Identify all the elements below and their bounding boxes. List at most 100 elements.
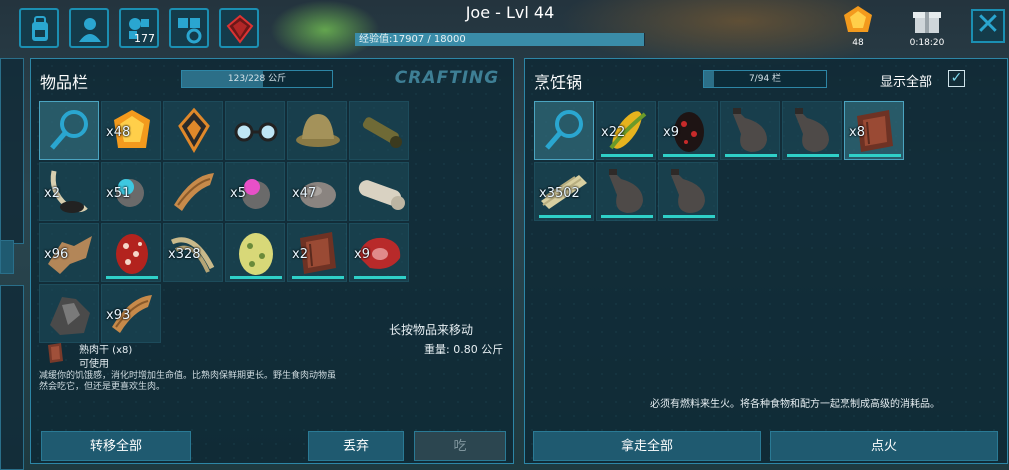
- specials-tab-button[interactable]: [219, 8, 259, 48]
- inventory-slot[interactable]: x96: [39, 223, 99, 282]
- inventory-slot[interactable]: [39, 101, 99, 160]
- cooking-pot-panel: 烹饪锅 7/94 栏 显示全部 ✓ x22 x9 x8 x3502 必须有燃料来生火。…: [524, 58, 1008, 464]
- inventory-slot[interactable]: x3502: [534, 162, 594, 221]
- inventory-slot[interactable]: x2: [287, 223, 347, 282]
- inventory-slot[interactable]: [782, 101, 842, 160]
- waterskin-icon: [733, 108, 767, 152]
- close-button[interactable]: ✕: [971, 9, 1005, 43]
- inventory-slot[interactable]: [163, 162, 223, 221]
- wood-icon: [174, 173, 214, 211]
- inventory-slot[interactable]: [658, 162, 718, 221]
- inventory-slot[interactable]: x5: [225, 162, 285, 221]
- spoil-timer-bar: [725, 154, 777, 157]
- slot-quantity: x22: [601, 125, 626, 140]
- eat-button[interactable]: 吃: [414, 431, 506, 461]
- inventory-slot[interactable]: x47: [287, 162, 347, 221]
- search-icon: [50, 110, 88, 150]
- spoil-timer-bar: [230, 276, 282, 279]
- inventory-slot[interactable]: [349, 101, 409, 160]
- slot-quantity: x2: [292, 247, 308, 262]
- slot-quantity: x48: [106, 125, 131, 140]
- inventory-slot[interactable]: x51: [101, 162, 161, 221]
- cooking-pot-title: 烹饪锅: [534, 73, 583, 92]
- inventory-slot[interactable]: [39, 284, 99, 343]
- close-icon: ✕: [975, 7, 1001, 42]
- spoil-timer-bar: [601, 215, 653, 218]
- show-all-label: 显示全部: [880, 75, 933, 90]
- inventory-slot[interactable]: x328: [163, 223, 223, 282]
- cooking-pot-message: 必须有燃料来生火。将各种食物和配方一起烹制成高级的消耗品。: [650, 399, 940, 410]
- inventory-slot[interactable]: x22: [596, 101, 656, 160]
- log-icon: [358, 180, 405, 210]
- spoil-timer-bar: [787, 154, 839, 157]
- spoil-timer-bar: [354, 276, 406, 279]
- waterskin-icon: [609, 169, 643, 213]
- inventory-slot[interactable]: [534, 101, 594, 160]
- slot-quantity: x96: [44, 247, 69, 262]
- transfer-all-button[interactable]: 转移全部: [41, 431, 191, 461]
- gear-icon: [178, 18, 202, 44]
- yellow-egg-icon: [239, 233, 273, 275]
- person-icon: [79, 18, 101, 42]
- slot-quantity: x9: [663, 125, 679, 140]
- inventory-slot[interactable]: [596, 162, 656, 221]
- inventory-slot[interactable]: [101, 223, 161, 282]
- engram-count: 177: [134, 32, 155, 45]
- inventory-slot[interactable]: [720, 101, 780, 160]
- engrams-tab-button[interactable]: 177: [119, 8, 159, 48]
- slot-quantity: x9: [354, 247, 370, 262]
- selected-item-name: 熟肉干 (x8): [79, 345, 133, 356]
- waterskin-icon: [671, 169, 705, 213]
- waterskin-icon: [795, 108, 829, 152]
- spoil-timer-bar: [106, 276, 158, 279]
- left-stub-button[interactable]: [0, 240, 14, 274]
- total-weight: 重量: 0.80 公斤: [424, 343, 504, 356]
- inventory-slot[interactable]: x93: [101, 284, 161, 343]
- inventory-slot[interactable]: [163, 101, 223, 160]
- slot-quantity: x47: [292, 186, 317, 201]
- gift-timer[interactable]: 0:18:20: [904, 5, 950, 48]
- inventory-slot[interactable]: x2: [39, 162, 99, 221]
- inventory-slot[interactable]: [225, 223, 285, 282]
- element-count: 48: [852, 38, 864, 48]
- flint-icon: [50, 297, 90, 335]
- character-tab-button[interactable]: [69, 8, 109, 48]
- show-all-checkbox[interactable]: ✓: [948, 70, 965, 87]
- inventory-slot[interactable]: [349, 162, 409, 221]
- light-fire-button[interactable]: 点火: [770, 431, 998, 461]
- player-name-level: Joe - Lvl 44: [465, 3, 555, 22]
- glasses-icon: [234, 122, 278, 142]
- drop-button[interactable]: 丢弃: [308, 431, 404, 461]
- inventory-tab-button[interactable]: [19, 8, 59, 48]
- spoil-timer-bar: [601, 154, 653, 157]
- spoil-timer-bar: [539, 215, 591, 218]
- red-egg-icon: [116, 234, 148, 274]
- inventory-slot[interactable]: x9: [658, 101, 718, 160]
- inventory-slot[interactable]: [287, 101, 347, 160]
- left-panel-stub: [0, 58, 24, 244]
- crafting-tab[interactable]: CRAFTING: [383, 63, 511, 93]
- element-icon: [844, 6, 872, 32]
- spoil-timer-bar: [292, 276, 344, 279]
- inventory-slot[interactable]: x8: [844, 101, 904, 160]
- selected-item-description: 减缓你的饥饿感，消化时增加生命值。比熟肉保鲜期更长。野生食肉动物虽然会吃它，但还…: [39, 371, 337, 392]
- inventory-slot[interactable]: [225, 101, 285, 160]
- inventory-slot[interactable]: x48: [101, 101, 161, 160]
- slot-quantity: x8: [849, 125, 865, 140]
- take-all-button[interactable]: 拿走全部: [533, 431, 761, 461]
- implant-icon: [178, 107, 210, 153]
- hat-icon: [296, 114, 340, 147]
- backpack-icon: [32, 16, 48, 41]
- spoil-timer-bar: [663, 154, 715, 157]
- tribe-tab-button[interactable]: [169, 8, 209, 48]
- inventory-slot[interactable]: x9: [349, 223, 409, 282]
- move-hint: 长按物品来移动: [389, 323, 474, 337]
- inventory-weight-bar: 123/228 公斤: [181, 70, 333, 88]
- slot-quantity: x2: [44, 186, 60, 201]
- cooking-pot-slots-bar: 7/94 栏: [703, 70, 827, 88]
- spoil-timer-bar: [663, 215, 715, 218]
- inventory-panel: 物品栏 123/228 公斤 CRAFTING x48 x2 x51 x5 x47 x96…: [30, 58, 514, 464]
- inventory-title: 物品栏: [40, 73, 89, 92]
- slot-quantity: x3502: [539, 186, 580, 201]
- scope-icon: [362, 117, 402, 148]
